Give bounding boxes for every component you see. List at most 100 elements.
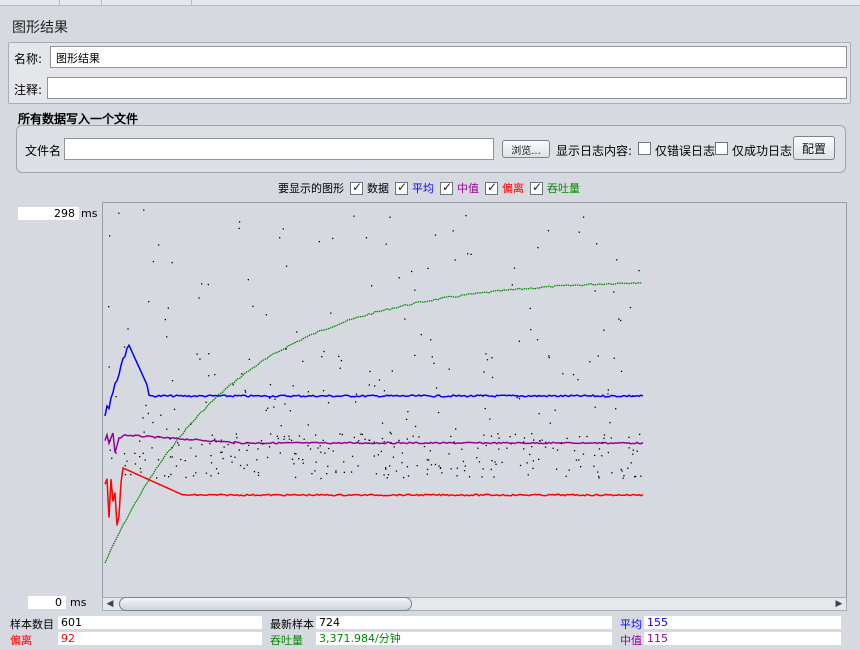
sample-point	[395, 470, 398, 472]
sample-point	[401, 452, 403, 454]
sample-point	[373, 441, 375, 443]
sample-point	[294, 476, 297, 478]
configure-button[interactable]: 配置	[793, 136, 835, 160]
throughput-value: 3,371.984/分钟	[316, 632, 612, 645]
latest-sample-value: 724	[316, 616, 612, 629]
sample-point	[441, 472, 443, 474]
sample-point	[483, 371, 485, 373]
sample-point	[547, 230, 550, 232]
sample-point	[361, 433, 363, 436]
sample-point	[568, 469, 570, 471]
errors-only-checkbox[interactable]	[638, 141, 655, 155]
sample-point	[152, 421, 154, 424]
sample-point	[151, 447, 153, 449]
latest-sample-label: 最新样本	[270, 618, 314, 631]
file-label: 文件名	[25, 144, 62, 158]
sample-point	[609, 422, 611, 424]
sample-point	[406, 438, 408, 440]
sample-point	[578, 231, 580, 233]
sample-point	[411, 270, 413, 273]
sample-point	[490, 435, 493, 437]
sample-point	[481, 476, 483, 478]
sample-point	[288, 438, 291, 440]
samples-value: 601	[58, 616, 262, 629]
sample-point	[491, 376, 494, 379]
tab[interactable]	[0, 0, 60, 6]
name-comment-group: 名称: 图形结果 注释:	[8, 42, 851, 104]
sample-point	[456, 475, 458, 477]
sample-point	[433, 362, 435, 364]
legend-throughput-toggle[interactable]: 吞吐量	[530, 180, 580, 196]
sample-point	[514, 433, 517, 436]
sample-point	[620, 370, 623, 372]
sample-point	[476, 457, 478, 459]
sample-point	[398, 277, 400, 279]
sample-point	[523, 441, 525, 443]
sample-point	[280, 425, 282, 427]
sample-point	[401, 462, 403, 464]
comment-input[interactable]	[47, 77, 847, 99]
sample-point	[448, 368, 450, 370]
sample-point	[314, 470, 316, 472]
sample-point	[238, 227, 240, 230]
legend-data-toggle[interactable]: 数据	[350, 180, 389, 196]
sample-point	[217, 472, 220, 474]
horizontal-scrollbar[interactable]: ◀ ▶	[102, 597, 847, 611]
sample-point	[539, 440, 541, 442]
sample-point	[307, 424, 309, 426]
scroll-left-icon[interactable]: ◀	[103, 598, 117, 610]
sample-point	[265, 314, 267, 316]
sample-point	[279, 237, 281, 239]
sample-point	[454, 259, 456, 261]
sample-point	[231, 461, 233, 463]
sample-point	[541, 439, 543, 441]
sample-point	[115, 452, 117, 454]
legend-label-data: 数据	[367, 182, 389, 195]
graph-plot-area	[102, 202, 847, 598]
legend-median-toggle[interactable]: 中值	[440, 180, 479, 196]
sample-point	[160, 414, 162, 416]
legend-deviation-toggle[interactable]: 偏离	[485, 180, 524, 196]
sample-point	[414, 354, 416, 357]
sample-point	[360, 433, 362, 435]
sample-point	[391, 370, 393, 372]
sample-point	[268, 446, 271, 448]
tab[interactable]	[102, 0, 192, 6]
browse-button[interactable]: 浏览...	[502, 140, 550, 158]
sample-point	[338, 355, 340, 357]
sample-point	[538, 413, 540, 415]
tab[interactable]	[60, 0, 102, 6]
sample-point	[437, 411, 440, 414]
sample-point	[236, 437, 238, 439]
sample-point	[531, 446, 533, 448]
sample-point	[147, 412, 149, 415]
sample-point	[327, 465, 329, 467]
sample-point	[256, 459, 258, 461]
name-input[interactable]: 图形结果	[50, 46, 847, 68]
sample-point	[232, 384, 234, 386]
sample-point	[566, 437, 568, 440]
sample-point	[392, 456, 395, 458]
sample-point	[478, 461, 481, 463]
sample-point	[483, 434, 485, 436]
sample-point	[260, 440, 263, 442]
sample-point	[403, 476, 405, 479]
sample-point	[315, 434, 317, 436]
sample-point	[265, 409, 267, 411]
sample-point	[214, 438, 216, 440]
legend-average-toggle[interactable]: 平均	[395, 180, 434, 196]
scroll-right-icon[interactable]: ▶	[832, 598, 846, 610]
checkbox-icon	[715, 142, 728, 155]
sample-point	[452, 230, 454, 232]
errors-only-label: 仅错误日志	[655, 144, 716, 158]
sample-point	[577, 379, 579, 381]
sample-point	[215, 441, 217, 443]
success-only-checkbox[interactable]	[715, 141, 732, 155]
sample-point	[285, 265, 288, 267]
sample-point	[326, 473, 328, 475]
sample-point	[283, 435, 286, 438]
scroll-thumb[interactable]	[119, 597, 412, 611]
sample-point	[190, 447, 192, 449]
sample-point	[369, 370, 371, 373]
file-input[interactable]	[64, 138, 494, 160]
